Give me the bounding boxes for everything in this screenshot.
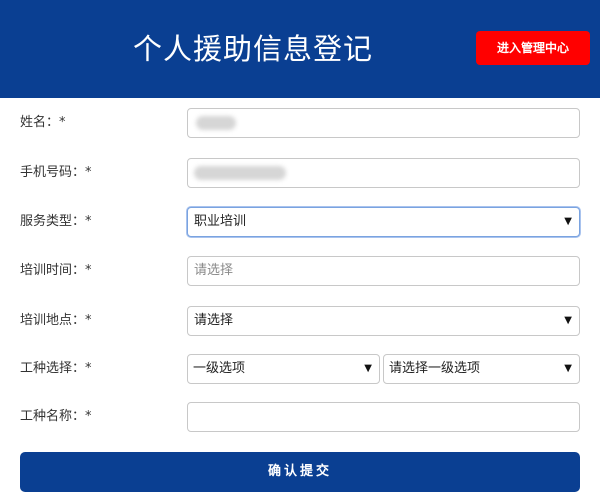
service-type-label: 服务类型：* (20, 214, 92, 229)
redacted-name-value (196, 116, 236, 130)
job-name-input[interactable] (187, 402, 580, 432)
training-location-label: 培训地点：* (20, 313, 92, 328)
training-location-select[interactable]: 请选择 ▼ (187, 306, 580, 336)
phone-label: 手机号码：* (20, 165, 92, 180)
redacted-phone-value (194, 166, 286, 180)
name-label: 姓名：* (20, 115, 66, 130)
training-time-row: 培训时间：* 请选择 (0, 256, 600, 286)
training-location-value: 请选择 (194, 313, 234, 328)
chevron-down-icon: ▼ (564, 363, 572, 374)
name-input[interactable] (187, 108, 580, 138)
chevron-down-icon: ▼ (564, 216, 572, 227)
service-type-value: 职业培训 (194, 214, 247, 229)
submit-button[interactable]: 确认提交 (20, 452, 580, 492)
training-time-label: 培训时间：* (20, 263, 92, 278)
page-header: 个人援助信息登记 进入管理中心 (0, 0, 600, 98)
job-type-level2-select[interactable]: 请选择一级选项 ▼ (383, 354, 580, 384)
job-type-row: 工种选择：* 一级选项 ▼ 请选择一级选项 ▼ (0, 354, 600, 384)
chevron-down-icon: ▼ (364, 363, 372, 374)
page-title: 个人援助信息登记 (132, 32, 373, 66)
job-type-level1-value: 一级选项 (193, 361, 246, 376)
job-type-level1-select[interactable]: 一级选项 ▼ (187, 354, 380, 384)
job-name-label: 工种名称：* (20, 409, 92, 424)
service-type-row: 服务类型：* 职业培训 ▼ (0, 207, 600, 237)
admin-center-button[interactable]: 进入管理中心 (476, 31, 590, 65)
training-time-placeholder: 请选择 (194, 263, 234, 278)
job-type-label: 工种选择：* (20, 361, 92, 376)
phone-row: 手机号码：* (0, 158, 600, 188)
phone-input[interactable] (187, 158, 580, 188)
name-row: 姓名：* (0, 108, 600, 138)
training-location-row: 培训地点：* 请选择 ▼ (0, 306, 600, 336)
job-type-level2-value: 请选择一级选项 (389, 361, 481, 376)
training-time-input[interactable]: 请选择 (187, 256, 580, 286)
chevron-down-icon: ▼ (564, 315, 572, 326)
job-name-row: 工种名称：* (0, 402, 600, 432)
service-type-select[interactable]: 职业培训 ▼ (187, 207, 580, 237)
